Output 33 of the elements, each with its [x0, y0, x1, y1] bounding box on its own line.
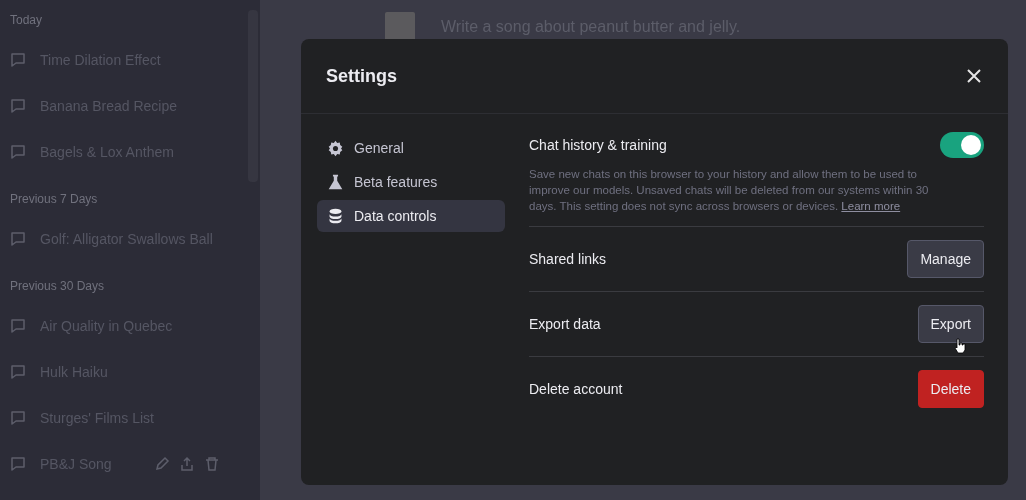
setting-label: Chat history & training [529, 137, 667, 153]
trash-icon[interactable] [203, 456, 220, 472]
chat-bubble-icon [10, 364, 26, 380]
settings-tab[interactable]: General [317, 132, 505, 164]
setting-description: Save new chats on this browser to your history and allow them to be used to improve our models. Unsaved chats will be deleted from our systems within 30 days. This setting does not sync across browsers or devices. Learn more [529, 167, 930, 214]
chat-bubble-icon [10, 456, 26, 472]
action-button[interactable]: Manage [907, 240, 984, 278]
setting-label: Delete account [529, 381, 623, 397]
settings-tab[interactable]: Data controls [317, 200, 505, 232]
section-heading: Previous 7 Days [9, 191, 99, 208]
chat-bubble-icon [10, 144, 26, 160]
settings-tab[interactable]: Beta features [317, 166, 505, 198]
close-icon[interactable] [967, 69, 981, 83]
share-icon[interactable] [178, 456, 195, 472]
delete-button[interactable]: Delete [917, 370, 984, 408]
database-icon [327, 207, 344, 225]
toggle-switch[interactable] [940, 132, 984, 158]
user-avatar [385, 12, 415, 42]
flask-icon [327, 173, 344, 191]
action-button[interactable]: Export [917, 305, 984, 343]
chat-bubble-icon [10, 410, 26, 426]
pencil-icon[interactable] [153, 456, 170, 472]
chat-bubble-icon [10, 52, 26, 68]
setting-label: Shared links [529, 251, 607, 267]
chat-bubble-icon [10, 318, 26, 334]
dialog-title: Settings [326, 65, 397, 87]
setting-label: Export data [529, 316, 601, 332]
gear-icon [327, 139, 344, 157]
learn-more-link[interactable]: Learn more [841, 200, 901, 212]
chat-bubble-icon [10, 231, 26, 247]
section-heading: Today [9, 12, 44, 29]
chat-bubble-icon [10, 98, 26, 114]
section-heading: Previous 30 Days [9, 278, 106, 295]
